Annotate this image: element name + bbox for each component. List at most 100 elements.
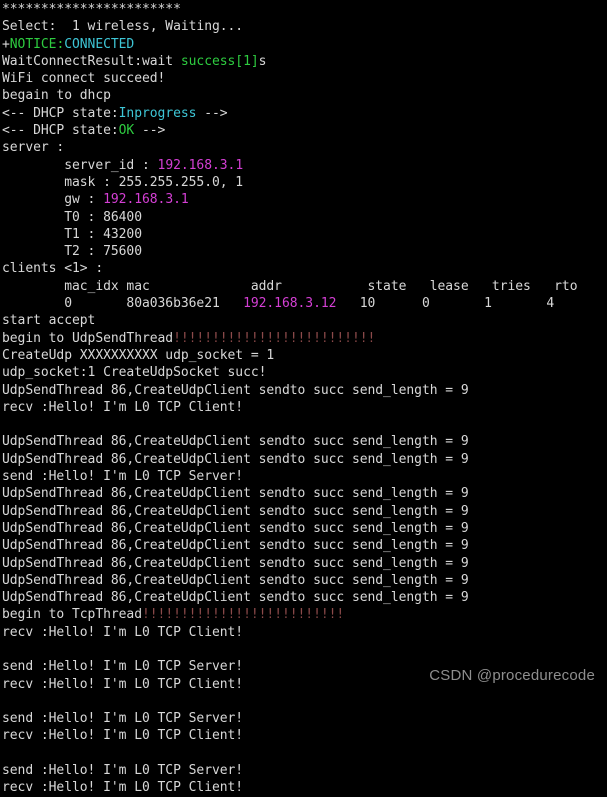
terminal-line: start accept: [2, 312, 607, 329]
terminal-text-segment: gw :: [2, 192, 104, 208]
terminal-line: begin to TcpThread!!!!!!!!!!!!!!!!!!!!!!…: [2, 606, 607, 623]
terminal-text-segment: -->: [134, 123, 166, 139]
terminal-text-segment: <-- DHCP state:: [2, 123, 119, 139]
terminal-text-segment: mac_idx mac addr state lease tries rto: [2, 278, 578, 294]
terminal-text-segment: NOTICE:: [9, 36, 65, 52]
terminal-text-segment: recv :Hello! I'm L0 TCP Client!: [2, 728, 244, 744]
terminal-line: recv :Hello! I'm L0 TCP Client!: [2, 624, 607, 641]
terminal-text-segment: begin to UdpSendThread: [2, 330, 174, 346]
terminal-text-segment: send :Hello! I'm L0 TCP Server!: [2, 469, 244, 485]
terminal-text-segment: clients <1> :: [2, 261, 104, 277]
terminal-line: UdpSendThread 86,CreateUdpClient sendto …: [2, 572, 607, 589]
terminal-text-segment: OK: [118, 123, 135, 139]
terminal-text-segment: <-- DHCP state:: [2, 105, 119, 121]
terminal-line: mac_idx mac addr state lease tries rto: [2, 278, 607, 295]
terminal-line: clients <1> :: [2, 260, 607, 277]
terminal-line: UdpSendThread 86,CreateUdpClient sendto …: [2, 485, 607, 502]
terminal-line: recv :Hello! I'm L0 TCP Client!: [2, 779, 607, 796]
terminal-line: mask : 255.255.255.0, 1: [2, 174, 607, 191]
terminal-text-segment: begain to dhcp: [2, 88, 111, 104]
terminal-line: begain to dhcp: [2, 87, 607, 104]
terminal-text-segment: UdpSendThread 86,CreateUdpClient sendto …: [2, 503, 469, 519]
terminal-line: recv :Hello! I'm L0 TCP Client!: [2, 727, 607, 744]
terminal-text-segment: UdpSendThread 86,CreateUdpClient sendto …: [2, 572, 469, 588]
terminal-text-segment: UdpSendThread 86,CreateUdpClient sendto …: [2, 451, 469, 467]
terminal-line: 0 80a036b36e21 192.168.3.12 10 0 1 4: [2, 295, 607, 312]
terminal-text-segment: -->: [196, 105, 228, 121]
terminal-line: UdpSendThread 86,CreateUdpClient sendto …: [2, 451, 607, 468]
terminal-line: +NOTICE:CONNECTED: [2, 36, 607, 53]
terminal-text-segment: UdpSendThread 86,CreateUdpClient sendto …: [2, 382, 469, 398]
csdn-watermark: CSDN @procedurecode: [429, 667, 595, 684]
terminal-text-segment: recv :Hello! I'm L0 TCP Client!: [2, 399, 244, 415]
terminal-line: gw : 192.168.3.1: [2, 191, 607, 208]
terminal-text-segment: udp_socket:1 CreateUdpSocket succ!: [2, 365, 267, 381]
terminal-text-segment: recv :Hello! I'm L0 TCP Client!: [2, 624, 244, 640]
terminal-text-segment: !!!!!!!!!!!!!!!!!!!!!!!!!!: [141, 607, 345, 623]
terminal-text-segment: UdpSendThread 86,CreateUdpClient sendto …: [2, 434, 469, 450]
terminal-text-segment: 192.168.3.1: [103, 192, 189, 208]
terminal-text-segment: UdpSendThread 86,CreateUdpClient sendto …: [2, 590, 469, 606]
terminal-line: recv :Hello! I'm L0 TCP Client!: [2, 399, 607, 416]
terminal-text-segment: +: [2, 36, 10, 52]
terminal-text-segment: CONNECTED: [64, 36, 135, 52]
terminal-line: send :Hello! I'm L0 TCP Server!: [2, 468, 607, 485]
terminal-text-segment: CreateUdp XXXXXXXXXX udp_socket = 1: [2, 347, 275, 363]
terminal-line: UdpSendThread 86,CreateUdpClient sendto …: [2, 520, 607, 537]
terminal-text-segment: T1 : 43200: [2, 226, 142, 242]
terminal-text-segment: !!!!!!!!!!!!!!!!!!!!!!!!!!: [173, 330, 376, 346]
terminal-line: begin to UdpSendThread!!!!!!!!!!!!!!!!!!…: [2, 330, 607, 347]
terminal-text-segment: s: [258, 53, 267, 69]
terminal-line: send :Hello! I'm L0 TCP Server!: [2, 710, 607, 727]
terminal-text-segment: WiFi connect succeed!: [2, 71, 166, 87]
terminal-line: T1 : 43200: [2, 226, 607, 243]
terminal-text-segment: start accept: [2, 313, 96, 329]
terminal-text-segment: send :Hello! I'm L0 TCP Server!: [2, 659, 244, 675]
terminal-text-segment: 192.168.3.12: [243, 296, 337, 312]
terminal-text-segment: 192.168.3.1: [157, 157, 244, 173]
terminal-line: UdpSendThread 86,CreateUdpClient sendto …: [2, 503, 607, 520]
terminal-text-segment: UdpSendThread 86,CreateUdpClient sendto …: [2, 486, 469, 502]
terminal-line: WiFi connect succeed!: [2, 70, 607, 87]
terminal-text-segment: Select: 1 wireless, Waiting...: [2, 19, 244, 35]
terminal-text-segment: server_id :: [2, 157, 158, 173]
terminal-line: server :: [2, 139, 607, 156]
terminal-text-segment: mask : 255.255.255.0, 1: [2, 174, 244, 190]
terminal-line: CreateUdp XXXXXXXXXX udp_socket = 1: [2, 347, 607, 364]
terminal-line: send :Hello! I'm L0 TCP Server!: [2, 762, 607, 779]
terminal-line: T2 : 75600: [2, 243, 607, 260]
terminal-line: WaitConnectResult:wait success[1]s: [2, 53, 607, 70]
terminal-line: UdpSendThread 86,CreateUdpClient sendto …: [2, 433, 607, 450]
terminal-console[interactable]: *********************** Select: 1 wireles…: [0, 0, 607, 795]
terminal-text-segment: recv :Hello! I'm L0 TCP Client!: [2, 780, 244, 796]
terminal-text-segment: UdpSendThread 86,CreateUdpClient sendto …: [2, 538, 469, 554]
terminal-line: T0 : 86400: [2, 209, 607, 226]
terminal-text-segment: 0 80a036b36e21: [2, 296, 244, 312]
terminal-text-segment: send :Hello! I'm L0 TCP Server!: [2, 711, 244, 727]
terminal-line: UdpSendThread 86,CreateUdpClient sendto …: [2, 555, 607, 572]
terminal-line: Select: 1 wireless, Waiting...: [2, 18, 607, 35]
terminal-text-segment: success[1]: [180, 53, 259, 69]
terminal-line: ***********************: [2, 1, 607, 18]
terminal-text-segment: server :: [2, 140, 65, 156]
terminal-text-segment: send :Hello! I'm L0 TCP Server!: [2, 763, 244, 779]
terminal-text-segment: WaitConnectResult:wait: [2, 53, 181, 69]
terminal-text-segment: T2 : 75600: [2, 244, 142, 260]
terminal-line: server_id : 192.168.3.1: [2, 157, 607, 174]
terminal-line: udp_socket:1 CreateUdpSocket succ!: [2, 364, 607, 381]
terminal-text-segment: recv :Hello! I'm L0 TCP Client!: [2, 676, 244, 692]
terminal-text-segment: T0 : 86400: [2, 209, 142, 225]
terminal-text-segment: UdpSendThread 86,CreateUdpClient sendto …: [2, 520, 469, 536]
terminal-text-segment: 10 0 1 4: [336, 296, 555, 312]
terminal-text-segment: ***********************: [2, 2, 181, 17]
terminal-line: <-- DHCP state:OK -->: [2, 122, 607, 139]
terminal-text-segment: Inprogress: [118, 105, 197, 121]
terminal-line: <-- DHCP state:Inprogress -->: [2, 105, 607, 122]
terminal-line: UdpSendThread 86,CreateUdpClient sendto …: [2, 589, 607, 606]
terminal-line: UdpSendThread 86,CreateUdpClient sendto …: [2, 537, 607, 554]
terminal-line: UdpSendThread 86,CreateUdpClient sendto …: [2, 382, 607, 399]
